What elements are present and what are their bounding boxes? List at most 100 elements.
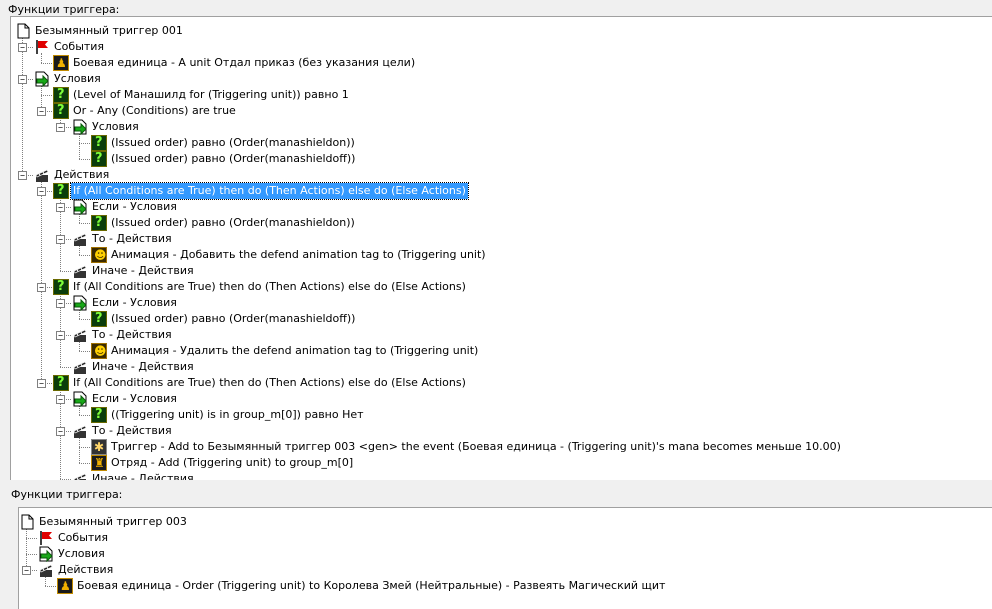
tree-node[interactable]: − То - Действия xyxy=(11,327,992,343)
tree-node[interactable]: − То - Действия xyxy=(11,423,992,439)
tree-node[interactable]: Отряд - Add (Triggering unit) to group_m… xyxy=(11,455,992,471)
clapperboard-icon xyxy=(38,562,54,578)
tree-connector xyxy=(60,271,71,272)
tree-node-label[interactable]: Анимация - Удалить the defend animation … xyxy=(109,343,480,359)
tree-node[interactable]: − Or - Any (Conditions) are true xyxy=(11,103,992,119)
tree-node[interactable]: Боевая единица - Order (Triggering unit)… xyxy=(19,578,992,594)
tree-node-label[interactable]: Если - Условия xyxy=(90,295,179,311)
tree-node-label[interactable]: If (All Conditions are True) then do (Th… xyxy=(70,182,469,200)
tree-node[interactable]: Иначе - Действия xyxy=(11,471,992,480)
tree-node-label[interactable]: If (All Conditions are True) then do (Th… xyxy=(71,279,468,295)
tree-connector xyxy=(45,586,56,587)
tree-node[interactable]: Безымянный триггер 001 xyxy=(11,23,992,39)
collapse-toggle[interactable]: − xyxy=(56,203,65,212)
tree-node-label[interactable]: Or - Any (Conditions) are true xyxy=(71,103,238,119)
collapse-toggle[interactable]: − xyxy=(37,379,46,388)
collapse-toggle[interactable]: − xyxy=(56,331,65,340)
question-icon xyxy=(53,375,69,391)
collapse-toggle[interactable]: − xyxy=(37,187,46,196)
tree-node-label[interactable]: ((Triggering unit) is in group_m[0]) рав… xyxy=(109,407,366,423)
tree-node[interactable]: − Условия xyxy=(11,71,992,88)
collapse-toggle[interactable]: − xyxy=(37,107,46,116)
question-icon xyxy=(53,103,69,119)
tree-node[interactable]: − If (All Conditions are True) then do (T… xyxy=(11,279,992,295)
tree-node-label[interactable]: (Issued order) равно (Order(manashieldon… xyxy=(109,135,357,151)
collapse-toggle[interactable]: − xyxy=(56,235,65,244)
question-icon xyxy=(53,183,69,199)
tree-node-label[interactable]: Иначе - Действия xyxy=(90,359,196,375)
tree-node-label[interactable]: Действия xyxy=(52,167,111,183)
tree-node-label[interactable]: Боевая единица - A unit Отдал приказ (бе… xyxy=(71,55,417,71)
tree-node[interactable]: Иначе - Действия xyxy=(11,263,992,279)
tree-node-label[interactable]: Если - Условия xyxy=(90,391,179,407)
tree-node-label[interactable]: Триггер - Add to Безымянный триггер 003 … xyxy=(109,439,843,455)
collapse-toggle[interactable]: − xyxy=(56,395,65,404)
tree-connector xyxy=(60,479,71,480)
tree-node-label[interactable]: (Issued order) равно (Order(manashieldof… xyxy=(109,151,357,167)
tree-node-label[interactable]: Условия xyxy=(52,71,103,87)
tree-node[interactable]: − If (All Conditions are True) then do (T… xyxy=(11,375,992,391)
tree-node[interactable]: Безымянный триггер 003 xyxy=(19,514,992,530)
tree-node-label[interactable]: Действия xyxy=(56,562,115,578)
tree-node[interactable]: − If (All Conditions are True) then do (T… xyxy=(11,182,992,200)
tree-node[interactable]: − Действия xyxy=(11,167,992,183)
tree-node[interactable]: − То - Действия xyxy=(11,231,992,247)
green-arrow-page-icon xyxy=(34,71,50,88)
tree-node[interactable]: − События xyxy=(11,39,992,55)
tree-node-label[interactable]: Безымянный триггер 003 xyxy=(37,514,189,530)
tree-node-label[interactable]: Иначе - Действия xyxy=(90,263,196,279)
tree-node[interactable]: − Если - Условия xyxy=(11,295,992,312)
tree-node[interactable]: − Действия xyxy=(19,562,992,578)
collapse-toggle[interactable]: − xyxy=(18,75,27,84)
tree-node[interactable]: (Issued order) равно (Order(manashieldon… xyxy=(11,135,992,151)
question-icon xyxy=(91,407,107,423)
tree-node[interactable]: − Если - Условия xyxy=(11,199,992,216)
tree-connector xyxy=(79,255,90,256)
tree-node-label[interactable]: Условия xyxy=(56,546,107,562)
tree-node[interactable]: События xyxy=(19,530,992,546)
tree-node[interactable]: (Issued order) равно (Order(manashieldof… xyxy=(11,151,992,167)
tree-node[interactable]: ((Triggering unit) is in group_m[0]) рав… xyxy=(11,407,992,423)
tree-node[interactable]: Условия xyxy=(19,546,992,563)
tree-connector xyxy=(79,319,90,320)
tree-node[interactable]: Анимация - Добавить the defend animation… xyxy=(11,247,992,263)
tree-node[interactable]: (Issued order) равно (Order(manashieldof… xyxy=(11,311,992,327)
tree-node-label[interactable]: Иначе - Действия xyxy=(90,471,196,480)
tree-node-label[interactable]: Условия xyxy=(90,119,141,135)
tree-node[interactable]: (Issued order) равно (Order(manashieldon… xyxy=(11,215,992,231)
tree-node[interactable]: − Если - Условия xyxy=(11,391,992,408)
tree-node[interactable]: Анимация - Удалить the defend animation … xyxy=(11,343,992,359)
collapse-toggle[interactable]: − xyxy=(56,427,65,436)
tree-node[interactable]: Боевая единица - A unit Отдал приказ (бе… xyxy=(11,55,992,71)
tree-connector xyxy=(26,554,37,555)
tree-node-label[interactable]: Боевая единица - Order (Triggering unit)… xyxy=(75,578,667,594)
tree-node-label[interactable]: События xyxy=(52,39,106,55)
tree-node-label[interactable]: Безымянный триггер 001 xyxy=(33,23,185,39)
tree-node-label[interactable]: То - Действия xyxy=(90,231,174,247)
tree-node-label[interactable]: События xyxy=(56,530,110,546)
green-arrow-page-icon xyxy=(72,295,88,312)
trigger-tree-top[interactable]: Безымянный триггер 001−СобытияБоевая еди… xyxy=(10,16,992,480)
tree-node-label[interactable]: (Issued order) равно (Order(manashieldof… xyxy=(109,311,357,327)
tree-node-label[interactable]: Отряд - Add (Triggering unit) to group_m… xyxy=(109,455,355,471)
tree-node-label[interactable]: (Level of Манашилд for (Triggering unit)… xyxy=(71,87,351,103)
collapse-toggle[interactable]: − xyxy=(18,171,27,180)
tree-node-label[interactable]: То - Действия xyxy=(90,423,174,439)
tree-connector xyxy=(41,95,52,96)
collapse-toggle[interactable]: − xyxy=(22,566,31,575)
trigger-functions-panel-top: Безымянный триггер 001−СобытияБоевая еди… xyxy=(0,0,992,480)
tree-node-label[interactable]: То - Действия xyxy=(90,327,174,343)
tree-node[interactable]: (Level of Манашилд for (Triggering unit)… xyxy=(11,87,992,103)
trigger-tree-bottom[interactable]: Безымянный триггер 003 События Условия − Дей… xyxy=(18,507,992,609)
tree-node[interactable]: Триггер - Add to Безымянный триггер 003 … xyxy=(11,439,992,455)
tree-node[interactable]: − Условия xyxy=(11,119,992,136)
collapse-toggle[interactable]: − xyxy=(56,299,65,308)
tree-node-label[interactable]: Если - Условия xyxy=(90,199,179,215)
tree-node[interactable]: Иначе - Действия xyxy=(11,359,992,375)
collapse-toggle[interactable]: − xyxy=(18,43,27,52)
collapse-toggle[interactable]: − xyxy=(56,123,65,132)
tree-node-label[interactable]: If (All Conditions are True) then do (Th… xyxy=(71,375,468,391)
tree-node-label[interactable]: (Issued order) равно (Order(manashieldon… xyxy=(109,215,357,231)
tree-node-label[interactable]: Анимация - Добавить the defend animation… xyxy=(109,247,488,263)
collapse-toggle[interactable]: − xyxy=(37,283,46,292)
